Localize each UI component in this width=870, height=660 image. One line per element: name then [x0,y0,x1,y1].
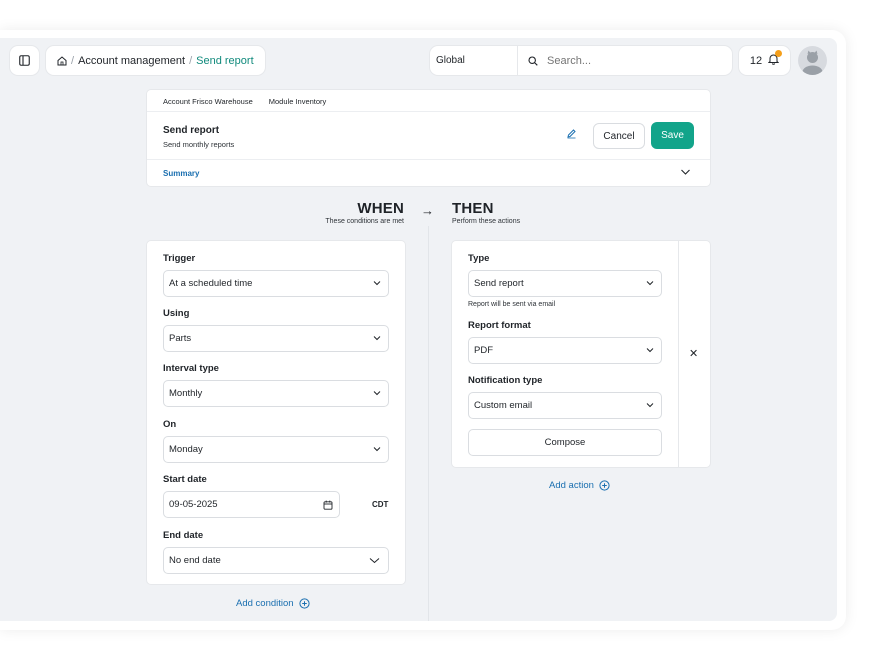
breadcrumb: / Account management / Send report [46,46,265,75]
start-date-label: Start date [163,474,207,485]
search-field [518,54,732,67]
divider [678,241,679,467]
sidebar-toggle-button[interactable] [10,46,39,75]
chevron-down-icon [373,336,381,341]
trigger-select[interactable]: At a scheduled time [163,270,389,297]
report-format-select[interactable]: PDF [468,337,662,364]
chevron-down-icon [369,558,380,564]
cancel-button[interactable]: Cancel [593,123,645,149]
on-select[interactable]: Monday [163,436,389,463]
end-date-label: End date [163,530,204,541]
chevron-down-icon [373,391,381,396]
close-icon[interactable]: ✕ [689,347,698,360]
breadcrumb-current: Send report [196,54,254,67]
home-icon[interactable] [57,55,67,66]
then-subheading: Perform these actions [452,218,521,225]
then-heading: THEN [452,200,494,217]
arrow-right-icon: → [421,203,434,218]
notification-type-select[interactable]: Custom email [468,392,662,419]
column-divider [428,226,429,621]
automation-header-card: Account Frisco Warehouse Module Inventor… [147,90,710,186]
breadcrumb-separator: / [189,54,193,67]
then-heading-block: THEN Perform these actions [452,200,520,225]
add-condition-button[interactable]: Add condition [236,598,310,609]
start-date-input[interactable]: 09-05-2025 [163,491,340,518]
type-help-text: Report will be sent via email [468,301,556,308]
calendar-icon[interactable] [323,500,333,510]
plus-circle-icon [298,598,310,609]
search-bar: Global [430,46,732,75]
chevron-down-icon [646,348,654,353]
action-card: Type Send report Report will be sent via… [452,241,710,467]
notification-type-label: Notification type [468,375,543,386]
end-date-value: No end date [169,555,221,566]
account-label: Account Frisco Warehouse [163,97,253,106]
interval-type-value: Monthly [169,388,203,399]
end-date-select[interactable]: No end date [163,547,389,574]
breadcrumb-separator: / [71,54,75,67]
notifications-button[interactable]: 12 [739,46,790,75]
report-format-value: PDF [474,345,493,356]
pencil-icon[interactable] [566,128,577,139]
notification-dot [775,50,783,57]
trigger-value: At a scheduled time [169,278,253,289]
start-date-value: 09-05-2025 [169,499,218,510]
timezone-label: CDT [372,500,389,509]
using-value: Parts [169,333,192,344]
using-label: Using [163,308,190,319]
summary-toggle[interactable]: Summary [163,169,199,178]
page-title: Send report [163,125,220,136]
plus-circle-icon [599,480,610,491]
breadcrumb-parent-link[interactable]: Account management [78,55,185,67]
search-input[interactable] [547,54,717,67]
chevron-down-icon [373,447,381,452]
using-select[interactable]: Parts [163,325,389,352]
on-label: On [163,419,177,430]
compose-button[interactable]: Compose [468,429,662,456]
chevron-down-icon [646,403,654,408]
divider [147,111,710,112]
divider [147,159,710,160]
type-value: Send report [474,278,524,289]
add-condition-label: Add condition [236,598,294,609]
when-heading-block: WHEN These conditions are met [325,200,404,225]
add-action-label: Add action [549,480,594,491]
save-button[interactable]: Save [651,122,694,149]
type-select[interactable]: Send report [468,270,662,297]
search-icon [528,55,538,66]
when-subheading: These conditions are met [325,218,404,225]
notification-count: 12 [749,54,763,67]
bell-icon [767,50,783,68]
conditions-card: Trigger At a scheduled time Using Parts … [147,241,405,584]
interval-type-select[interactable]: Monthly [163,380,389,407]
notification-type-value: Custom email [474,400,533,411]
avatar[interactable] [798,46,827,75]
sidebar-toggle-icon [19,55,30,66]
scope-select[interactable]: Global [430,46,518,75]
context-crumbs: Account Frisco Warehouse Module Inventor… [163,97,326,106]
chevron-down-icon [646,281,654,286]
trigger-label: Trigger [163,253,196,264]
chevron-down-icon [373,281,381,286]
module-label: Module Inventory [268,97,327,106]
page-description: Send monthly reports [163,140,235,149]
add-action-button[interactable]: Add action [549,480,610,491]
type-label: Type [468,253,490,264]
report-format-label: Report format [468,320,531,331]
on-value: Monday [169,444,203,455]
when-heading: WHEN [357,200,404,217]
chevron-down-icon[interactable] [680,168,691,176]
interval-type-label: Interval type [163,363,219,374]
avatar-icon [802,50,823,75]
